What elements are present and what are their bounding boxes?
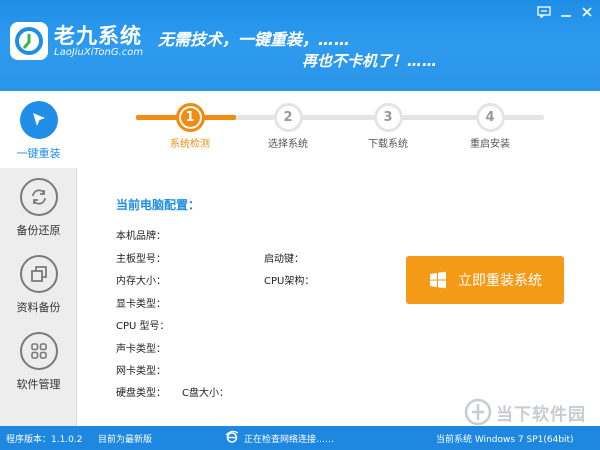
boot-key-label: 启动键：: [264, 254, 304, 265]
close-button[interactable]: [578, 4, 596, 20]
sound-card-label: 声卡类型：: [116, 344, 166, 355]
brand-label: 本机品牌：: [116, 231, 166, 242]
config-title: 当前电脑配置：: [116, 198, 201, 212]
app-window: 老九系统 LaoJiuXiTonG.com 无需技术，一键重装，…… 再也不卡机…: [0, 0, 600, 450]
board-label: 主板型号：: [116, 254, 166, 265]
sidebar-item-label: 资料备份: [16, 301, 61, 314]
grid-icon: [31, 343, 47, 359]
disk-type-label: 硬盘类型：: [116, 388, 166, 399]
sidebar-icon-wrap: [20, 255, 58, 293]
step-label: 重启安装: [470, 139, 510, 150]
sidebar-item-label: 备份还原: [16, 224, 61, 237]
step-label: 系统检测: [170, 139, 210, 150]
sidebar-icon-wrap: [20, 178, 58, 216]
status-bar: 程序版本：1.1.0.2 目前为最新版 正在检查网络连接…… 当前系统 Wind…: [0, 426, 600, 450]
step-number: 4: [475, 103, 505, 132]
sidebar-item-backup-restore[interactable]: 备份还原: [0, 168, 77, 245]
message-icon: [537, 6, 551, 18]
step-label: 下载系统: [368, 139, 408, 150]
step-download-system: 3 下载系统: [343, 103, 433, 150]
sidebar-icon-wrap: [20, 101, 58, 139]
watermark: 当下软件园: [464, 398, 586, 426]
brand-title: 老九系统: [54, 24, 142, 48]
watermark-logo-icon: [464, 398, 492, 426]
cpu-arch-label: CPU架构：: [264, 276, 315, 287]
sidebar: 一键重装 备份还原 资料备份 软件管理: [0, 91, 77, 426]
sidebar-item-label: 一键重装: [16, 147, 61, 160]
app-logo: [10, 22, 48, 60]
cursor-arrow-icon: [33, 113, 45, 126]
header: 老九系统 LaoJiuXiTonG.com 无需技术，一键重装，…… 再也不卡机…: [0, 0, 600, 91]
ie-icon: [225, 430, 239, 443]
reinstall-now-button[interactable]: 立即重装系统: [406, 256, 564, 304]
update-status-text: 目前为最新版: [98, 435, 153, 445]
refresh-icon: [32, 189, 46, 205]
step-number: 3: [373, 103, 403, 132]
minimize-button[interactable]: [557, 4, 575, 20]
copy-icon: [31, 266, 47, 282]
feedback-button[interactable]: [535, 4, 553, 20]
brand-url: LaoJiuXiTonG.com: [54, 47, 144, 58]
sidebar-item-reinstall[interactable]: 一键重装: [0, 91, 77, 168]
current-system-text: 当前系统 Windows 7 SP1(64bit): [436, 435, 574, 445]
close-icon: [582, 7, 592, 17]
slogan-line1: 无需技术，一键重装，……: [158, 30, 351, 49]
step-number: 1: [175, 103, 205, 132]
sidebar-icon-wrap: [20, 332, 58, 370]
network-card-label: 网卡类型：: [116, 366, 166, 377]
memory-label: 内存大小：: [116, 276, 166, 287]
step-restart-install: 4 重启安装: [445, 103, 535, 150]
reinstall-button-label: 立即重装系统: [458, 273, 542, 289]
c-drive-size-label: C盘大小：: [182, 388, 229, 399]
version-text: 程序版本：1.1.0.2: [6, 435, 83, 445]
sidebar-item-data-backup[interactable]: 资料备份: [0, 245, 77, 322]
watermark-text: 当下软件园: [496, 404, 586, 425]
step-label: 选择系统: [268, 139, 308, 150]
windows-logo-icon: [428, 270, 448, 290]
logo-icon: [15, 27, 43, 55]
cpu-label: CPU 型号：: [116, 321, 170, 332]
gpu-label: 显卡类型：: [116, 299, 166, 310]
step-number: 2: [273, 103, 303, 132]
network-status-text: 正在检查网络连接……: [244, 435, 335, 445]
minimize-icon: [561, 15, 571, 17]
sidebar-item-software[interactable]: 软件管理: [0, 322, 77, 399]
sidebar-item-label: 软件管理: [16, 378, 61, 391]
step-choose-system: 2 选择系统: [243, 103, 333, 150]
slogan-line2: 再也不卡机了！……: [302, 52, 438, 70]
step-system-check: 1 系统检测: [145, 103, 235, 150]
